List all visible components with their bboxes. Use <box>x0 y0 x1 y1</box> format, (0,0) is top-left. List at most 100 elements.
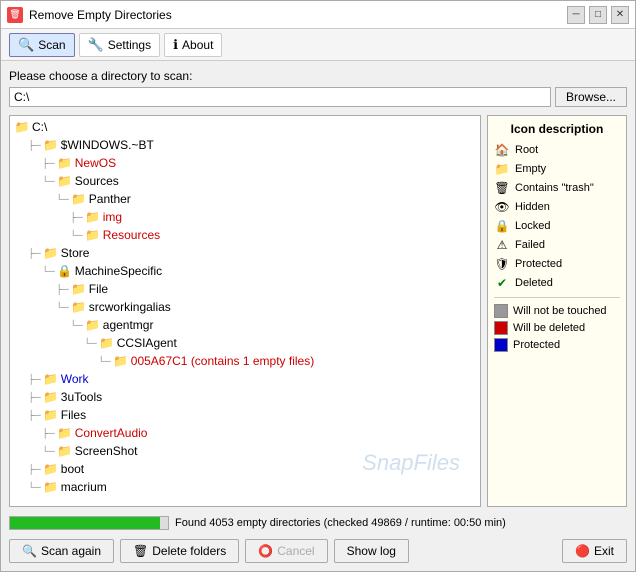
delete-folders-label: Delete folders <box>152 544 226 558</box>
app-icon: 🗑 <box>7 7 23 23</box>
tree-label: img <box>103 210 122 224</box>
directory-row: Browse... <box>9 87 627 107</box>
connector-icon: ├─ <box>28 464 41 474</box>
connector-icon: └─ <box>28 482 41 492</box>
cancel-icon: ⭕ <box>258 544 273 558</box>
close-button[interactable]: ✕ <box>611 6 629 24</box>
legend-failed: ⚠ Failed <box>494 237 620 253</box>
legend-color-gray: Will not be touched <box>494 304 620 318</box>
tree-label: Panther <box>89 192 131 206</box>
tree-label: $WINDOWS.~BT <box>61 138 154 152</box>
maximize-button[interactable]: □ <box>589 6 607 24</box>
legend-title: Icon description <box>494 122 620 136</box>
delete-folders-button[interactable]: 🗑 Delete folders <box>120 539 239 563</box>
tree-row[interactable]: ├─ 📁 File <box>12 280 478 298</box>
legend-color-red: Will be deleted <box>494 321 620 335</box>
folder-lock-icon: 🔒 <box>57 263 73 279</box>
folder-icon: 📁 <box>43 407 59 423</box>
title-bar-left: 🗑 Remove Empty Directories <box>7 7 172 23</box>
connector-icon: └─ <box>98 356 111 366</box>
tree-row[interactable]: ├─ 📁 3uTools <box>12 388 478 406</box>
tree-row[interactable]: ├─ 📁 $WINDOWS.~BT <box>12 136 478 154</box>
tree-label: macrium <box>61 480 107 494</box>
settings-button[interactable]: 🔧 Settings <box>79 33 161 57</box>
folder-icon: 📁 <box>43 371 59 387</box>
tree-row[interactable]: └─ 📁 CCSIAgent <box>12 334 478 352</box>
tree-row[interactable]: ├─ 📁 Store <box>12 244 478 262</box>
minimize-button[interactable]: ─ <box>567 6 585 24</box>
legend-locked: 🔒 Locked <box>494 218 620 234</box>
show-log-button[interactable]: Show log <box>334 539 409 563</box>
tree-row[interactable]: └─ 📁 Resources <box>12 226 478 244</box>
connector-icon: ├─ <box>42 158 55 168</box>
tree-row[interactable]: └─ 📁 Panther <box>12 190 478 208</box>
legend-failed-label: Failed <box>515 239 545 251</box>
tree-row[interactable]: ├─ 📁 ConvertAudio <box>12 424 478 442</box>
legend-panel: Icon description 🏠 Root 📁 Empty 🗑 Contai… <box>487 115 627 507</box>
empty-icon: 📁 <box>494 161 510 177</box>
delete-folders-icon: 🗑 <box>133 544 148 558</box>
legend-trash: 🗑 Contains "trash" <box>494 180 620 196</box>
footer-buttons: 🔍 Scan again 🗑 Delete folders ⭕ Cancel S… <box>9 539 627 563</box>
tree-panel[interactable]: 📁 C:\ ├─ 📁 $WINDOWS.~BT ├─ 📁 <box>9 115 481 507</box>
tree-row[interactable]: └─ 📁 Sources <box>12 172 478 190</box>
tree-label: 005A67C1 (contains 1 empty files) <box>131 354 314 368</box>
scan-label: Scan <box>38 38 65 52</box>
legend-trash-label: Contains "trash" <box>515 182 594 194</box>
browse-button[interactable]: Browse... <box>555 87 627 107</box>
tree-label: File <box>89 282 108 296</box>
tree-row[interactable]: └─ 📁 macrium <box>12 478 478 496</box>
folder-icon: 📁 <box>85 317 101 333</box>
tree-label: 3uTools <box>61 390 102 404</box>
title-controls: ─ □ ✕ <box>567 6 629 24</box>
tree-content: 📁 C:\ ├─ 📁 $WINDOWS.~BT ├─ 📁 <box>10 116 480 498</box>
connector-icon: ├─ <box>28 374 41 384</box>
directory-input[interactable] <box>9 87 551 107</box>
folder-icon: 📁 <box>113 353 129 369</box>
tree-label: ConvertAudio <box>75 426 148 440</box>
tree-label: CCSIAgent <box>117 336 177 350</box>
progress-bar-outer <box>9 516 169 530</box>
root-icon: 🏠 <box>494 142 510 158</box>
tree-row[interactable]: └─ 🔒 MachineSpecific <box>12 262 478 280</box>
tree-row[interactable]: ├─ 📁 Files <box>12 406 478 424</box>
content-area: Please choose a directory to scan: Brows… <box>1 61 635 571</box>
tree-label: Files <box>61 408 86 422</box>
tree-row[interactable]: └─ 📁 005A67C1 (contains 1 empty files) <box>12 352 478 370</box>
folder-icon: 📁 <box>57 425 73 441</box>
hidden-icon: 👁 <box>494 199 510 215</box>
main-panel: 📁 C:\ ├─ 📁 $WINDOWS.~BT ├─ 📁 <box>9 115 627 507</box>
tree-label: srcworkingalias <box>89 300 171 314</box>
tree-label: Work <box>61 372 89 386</box>
color-blue-label: Protected <box>513 339 560 351</box>
connector-icon: ├─ <box>28 392 41 402</box>
connector-icon: ├─ <box>28 140 41 150</box>
color-gray-box <box>494 304 508 318</box>
progress-bar-inner <box>10 517 160 529</box>
tree-row[interactable]: └─ 📁 agentmgr <box>12 316 478 334</box>
legend-deleted: ✔ Deleted <box>494 275 620 291</box>
tree-row[interactable]: ├─ 📁 img <box>12 208 478 226</box>
tree-row[interactable]: └─ 📁 srcworkingalias <box>12 298 478 316</box>
tree-label: ScreenShot <box>75 444 138 458</box>
tree-row[interactable]: ├─ 📁 Work <box>12 370 478 388</box>
scan-icon: 🔍 <box>18 37 34 53</box>
tree-row[interactable]: 📁 C:\ <box>12 118 478 136</box>
scan-again-button[interactable]: 🔍 Scan again <box>9 539 114 563</box>
settings-label: Settings <box>108 38 151 52</box>
about-button[interactable]: ℹ About <box>164 33 222 57</box>
tree-row[interactable]: ├─ 📁 boot <box>12 460 478 478</box>
toolbar: 🔍 Scan 🔧 Settings ℹ About <box>1 29 635 61</box>
tree-row[interactable]: ├─ 📁 NewOS <box>12 154 478 172</box>
trash-icon: 🗑 <box>494 180 510 196</box>
exit-button[interactable]: 🔴 Exit <box>562 539 627 563</box>
folder-icon: 📁 <box>43 479 59 495</box>
progress-area: Found 4053 empty directories (checked 49… <box>9 513 627 533</box>
cancel-button[interactable]: ⭕ Cancel <box>245 539 327 563</box>
scan-button[interactable]: 🔍 Scan <box>9 33 75 57</box>
folder-icon: 📁 <box>43 137 59 153</box>
legend-hidden: 👁 Hidden <box>494 199 620 215</box>
legend-empty: 📁 Empty <box>494 161 620 177</box>
protected-icon: 🛡 <box>494 256 510 272</box>
tree-row[interactable]: └─ 📁 ScreenShot <box>12 442 478 460</box>
